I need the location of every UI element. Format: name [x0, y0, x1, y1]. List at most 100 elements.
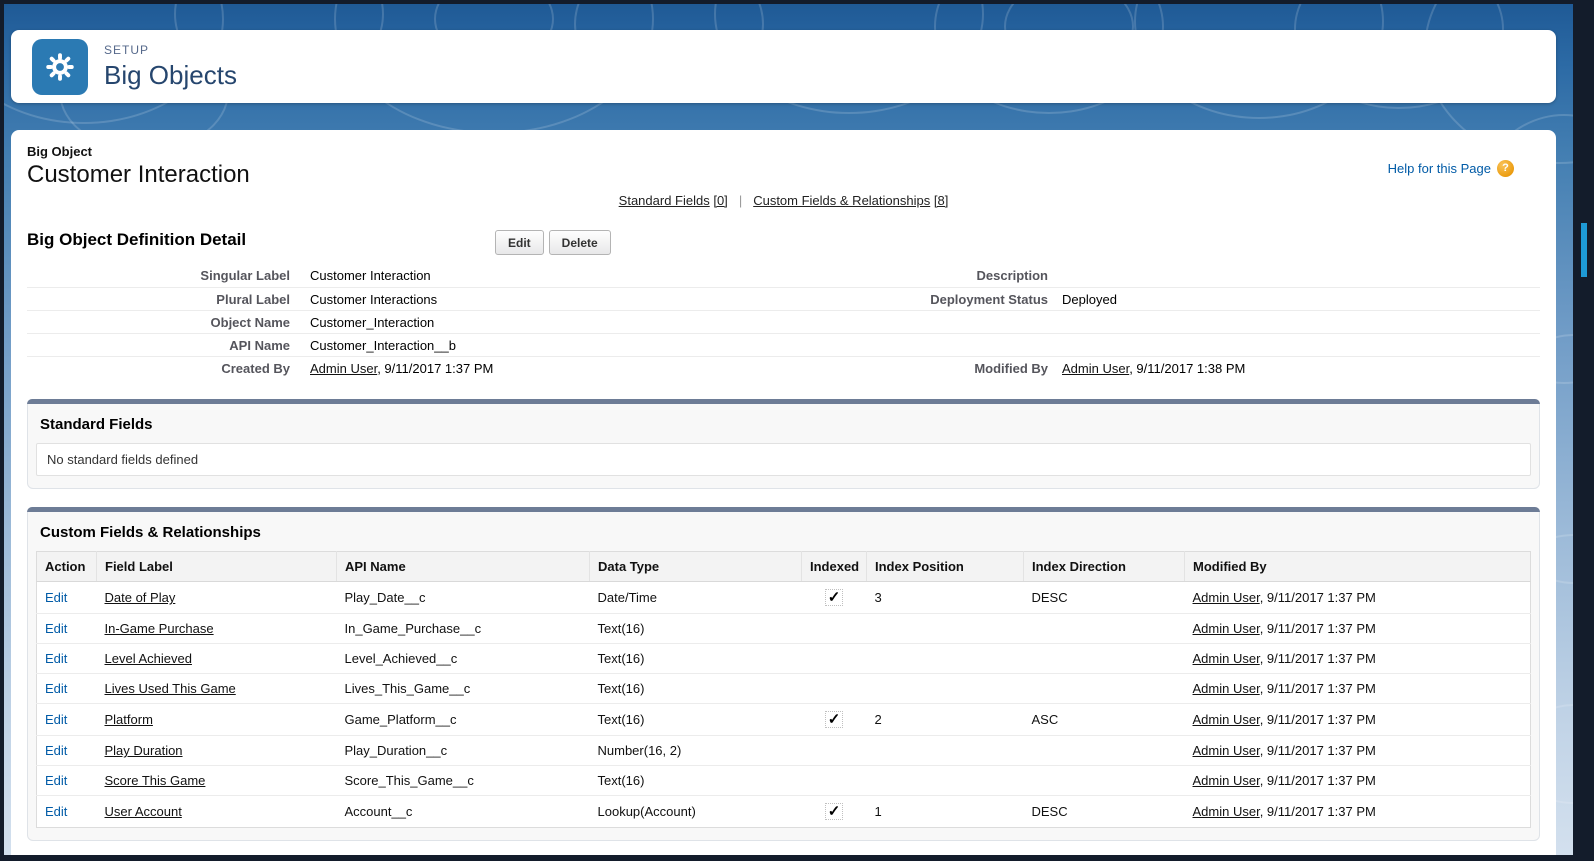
indexed-check-icon: ✓: [825, 711, 844, 728]
modified-date-text: , 9/11/2017 1:37 PM: [1260, 743, 1376, 758]
section-top-bar: [27, 507, 1540, 512]
field-label-link[interactable]: Level Achieved: [105, 651, 192, 666]
column-header-index-direction: Index Direction: [1024, 552, 1185, 582]
table-row: EditDate of PlayPlay_Date__cDate/Time✓3D…: [37, 582, 1531, 614]
edit-link[interactable]: Edit: [45, 590, 67, 605]
column-header-api-name: API Name: [337, 552, 590, 582]
column-header-field-label: Field Label: [97, 552, 337, 582]
detail-value: Deployed: [1062, 292, 1540, 307]
user-link[interactable]: Admin User: [1193, 621, 1260, 636]
user-link[interactable]: Admin User: [1193, 651, 1260, 666]
api-name-cell: Lives_This_Game__c: [337, 674, 590, 704]
section-link-count[interactable]: [8]: [934, 193, 948, 208]
detail-section-header: Big Object Definition Detail EditDelete: [27, 230, 1540, 256]
indexed-cell: [802, 614, 867, 644]
user-link[interactable]: Admin User: [1193, 590, 1260, 605]
field-label-link[interactable]: Lives Used This Game: [105, 681, 236, 696]
action-cell: Edit: [37, 614, 97, 644]
detail-label: Singular Label: [27, 268, 310, 283]
api-name-cell: Score_This_Game__c: [337, 766, 590, 796]
field-label-link[interactable]: Play Duration: [105, 743, 183, 758]
detail-row: Plural LabelCustomer InteractionsDeploym…: [27, 287, 1540, 310]
help-link[interactable]: Help for this Page: [1388, 161, 1491, 176]
detail-label: Object Name: [27, 315, 310, 330]
page-title: Customer Interaction: [27, 161, 250, 189]
section-link[interactable]: Standard Fields: [619, 193, 710, 208]
action-cell: Edit: [37, 796, 97, 828]
indexed-cell: [802, 644, 867, 674]
page-header: Big Object Customer Interaction Help for…: [27, 144, 1540, 189]
modified-date-text: , 9/11/2017 1:37 PM: [1260, 590, 1376, 605]
modified-by-cell: Admin User, 9/11/2017 1:37 PM: [1185, 582, 1531, 614]
standard-fields-section: Standard Fields No standard fields defin…: [27, 399, 1540, 489]
data-type-cell: Text(16): [590, 644, 802, 674]
user-link[interactable]: Admin User: [1193, 743, 1260, 758]
field-label-link[interactable]: User Account: [105, 804, 182, 819]
edit-link[interactable]: Edit: [45, 651, 67, 666]
setup-page-title: Big Objects: [104, 60, 237, 91]
detail-table: Singular LabelCustomer InteractionDescri…: [27, 264, 1540, 379]
scrollbar[interactable]: [1573, 0, 1594, 861]
edit-link[interactable]: Edit: [45, 621, 67, 636]
modified-date-text: , 9/11/2017 1:37 PM: [1260, 651, 1376, 666]
section-link-count[interactable]: [0]: [713, 193, 727, 208]
table-header-row: ActionField LabelAPI NameData TypeIndexe…: [37, 552, 1531, 582]
detail-row: API NameCustomer_Interaction__b: [27, 333, 1540, 356]
user-link[interactable]: Admin User: [1193, 773, 1260, 788]
edit-link[interactable]: Edit: [45, 681, 67, 696]
modified-by-cell: Admin User, 9/11/2017 1:37 PM: [1185, 766, 1531, 796]
column-header-index-position: Index Position: [867, 552, 1024, 582]
question-mark-icon[interactable]: ?: [1497, 160, 1514, 177]
detail-value: Customer Interactions: [310, 292, 804, 307]
user-link[interactable]: Admin User: [1193, 712, 1260, 727]
section-nav-link-group: Standard Fields [0]: [619, 193, 728, 208]
modified-by-cell: Admin User, 9/11/2017 1:37 PM: [1185, 614, 1531, 644]
gear-icon-glyph: [43, 50, 77, 84]
data-type-cell: Text(16): [590, 674, 802, 704]
edit-link[interactable]: Edit: [45, 743, 67, 758]
data-type-cell: Date/Time: [590, 582, 802, 614]
field-label-link[interactable]: Score This Game: [105, 773, 206, 788]
modified-by-cell: Admin User, 9/11/2017 1:37 PM: [1185, 704, 1531, 736]
detail-value: Admin User, 9/11/2017 1:37 PM: [310, 361, 804, 376]
breadcrumb: Big Object: [27, 144, 250, 159]
modified-date-text: , 9/11/2017 1:37 PM: [1260, 773, 1376, 788]
scrollbar-thumb[interactable]: [1581, 223, 1587, 277]
modified-by-cell: Admin User, 9/11/2017 1:37 PM: [1185, 644, 1531, 674]
field-label-link[interactable]: Platform: [105, 712, 153, 727]
detail-row: Object NameCustomer_Interaction: [27, 310, 1540, 333]
table-row: EditIn-Game PurchaseIn_Game_Purchase__cT…: [37, 614, 1531, 644]
edit-link[interactable]: Edit: [45, 804, 67, 819]
nav-separator: |: [739, 193, 742, 208]
setup-label: SETUP: [104, 43, 237, 57]
detail-value-text: , 9/11/2017 1:38 PM: [1129, 361, 1245, 376]
detail-row: Singular LabelCustomer InteractionDescri…: [27, 264, 1540, 287]
table-row: Edit Lives Used This Game Lives_This_Game_…: [37, 674, 1531, 704]
index-direction-cell: DESC: [1024, 582, 1185, 614]
indexed-cell: ✓: [802, 796, 867, 828]
custom-fields-title: Custom Fields & Relationships: [40, 524, 1531, 541]
indexed-check-icon: ✓: [825, 589, 844, 606]
delete-button[interactable]: Delete: [549, 230, 611, 255]
user-link[interactable]: Admin User: [1062, 361, 1129, 376]
section-nav: Standard Fields [0] | Custom Fields & Rela…: [27, 193, 1540, 208]
setup-header-titles: SETUP Big Objects: [104, 43, 237, 91]
user-link[interactable]: Admin User: [310, 361, 377, 376]
field-label-link[interactable]: In-Game Purchase: [105, 621, 214, 636]
index-direction-cell: ASC: [1024, 704, 1185, 736]
indexed-cell: ✓: [802, 704, 867, 736]
user-link[interactable]: Admin User: [1193, 681, 1260, 696]
index-direction-cell: DESC: [1024, 796, 1185, 828]
edit-link[interactable]: Edit: [45, 712, 67, 727]
field-label-link[interactable]: Date of Play: [105, 590, 176, 605]
modified-by-cell: Admin User, 9/11/2017 1:37 PM: [1185, 736, 1531, 766]
edit-link[interactable]: Edit: [45, 773, 67, 788]
column-header-data-type: Data Type: [590, 552, 802, 582]
section-link[interactable]: Custom Fields & Relationships: [753, 193, 930, 208]
user-link[interactable]: Admin User: [1193, 804, 1260, 819]
edit-button[interactable]: Edit: [495, 230, 544, 255]
index-position-cell: 1: [867, 796, 1024, 828]
api-name-cell: Account__c: [337, 796, 590, 828]
field-label-cell: Platform: [97, 704, 337, 736]
table-row: EditPlatformGame_Platform__cText(16)✓2AS…: [37, 704, 1531, 736]
